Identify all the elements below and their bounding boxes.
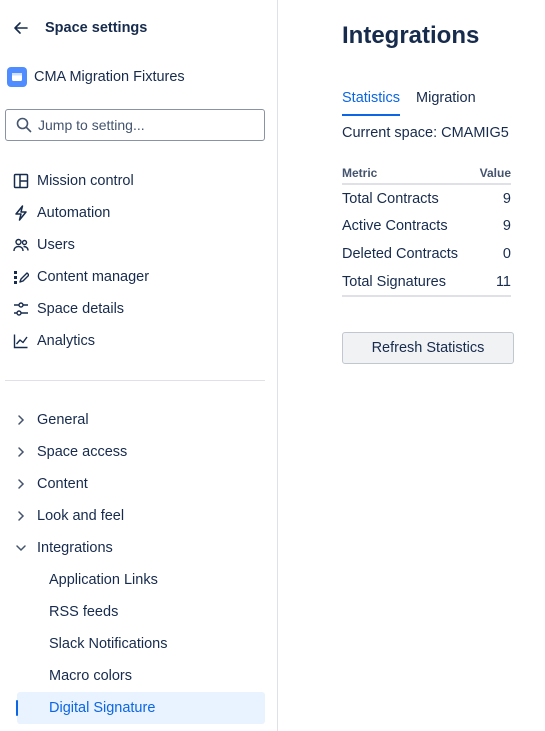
space-name: CMA Migration Fixtures — [34, 69, 185, 85]
current-space-text: Current space: CMAMIG5 — [342, 125, 509, 141]
page-title: Integrations — [342, 22, 480, 49]
sidebar-title: Space settings — [45, 20, 148, 36]
nav-item-mission-control[interactable]: Mission control — [12, 169, 134, 193]
sidebar-divider — [5, 380, 265, 381]
sidebar: Space settings CMA Migration Fixtures Mi… — [0, 0, 278, 731]
table-row: Active Contracts 9 — [342, 212, 511, 240]
tree-item-content[interactable]: Content — [12, 472, 88, 496]
metric-cell: Total Signatures — [342, 268, 476, 297]
space-switcher[interactable]: CMA Migration Fixtures — [7, 67, 185, 87]
tree-item-general[interactable]: General — [12, 408, 89, 432]
nav-item-label: Users — [37, 237, 75, 253]
people-icon — [12, 236, 30, 254]
value-cell: 9 — [502, 218, 511, 234]
setting-search[interactable] — [5, 109, 265, 141]
sub-item-slack-notifications[interactable]: Slack Notifications — [49, 632, 167, 656]
nav-item-label: Automation — [37, 205, 111, 221]
chevron-right-icon — [12, 475, 30, 493]
tab-list: Statistics Migration — [342, 90, 492, 116]
nav-item-automation[interactable]: Automation — [12, 201, 110, 225]
nav-item-users[interactable]: Users — [12, 233, 75, 257]
metric-cell: Deleted Contracts — [342, 246, 459, 262]
layout-icon — [12, 172, 30, 190]
selected-indicator — [16, 700, 18, 716]
sub-item-macro-colors[interactable]: Macro colors — [49, 664, 132, 688]
nav-item-label: Mission control — [37, 173, 134, 189]
chevron-right-icon — [12, 411, 30, 429]
tree-item-label: Content — [37, 476, 88, 492]
tab-migration[interactable]: Migration — [416, 90, 476, 116]
line-chart-icon — [12, 332, 30, 350]
metric-cell: Active Contracts — [342, 218, 448, 234]
table-row: Total Signatures 11 — [342, 268, 511, 297]
column-header-value: Value — [475, 162, 511, 185]
search-input[interactable] — [38, 117, 238, 133]
tab-statistics[interactable]: Statistics — [342, 90, 401, 116]
value-cell: 9 — [502, 190, 511, 207]
statistics-table: Metric Value Total Contracts 9 Active Co… — [342, 162, 511, 297]
tree-item-label: Integrations — [37, 540, 113, 556]
chevron-right-icon — [12, 507, 30, 525]
tree-item-space-access[interactable]: Space access — [12, 440, 127, 464]
tree-item-label: General — [37, 412, 89, 428]
tree-item-look-and-feel[interactable]: Look and feel — [12, 504, 124, 528]
column-header-metric: Metric — [342, 162, 476, 185]
nav-item-space-details[interactable]: Space details — [12, 297, 124, 321]
sub-item-rss-feeds[interactable]: RSS feeds — [49, 600, 118, 624]
tree-item-label: Space access — [37, 444, 128, 460]
chevron-right-icon — [12, 443, 30, 461]
table-row: Deleted Contracts 0 — [342, 240, 511, 268]
space-icon — [12, 73, 22, 81]
main-content: Integrations Statistics Migration Curren… — [279, 0, 545, 731]
value-cell: 0 — [502, 246, 511, 262]
search-icon — [16, 117, 32, 133]
chevron-down-icon — [12, 539, 30, 557]
nav-item-label: Analytics — [37, 333, 96, 349]
sub-item-label-selected: Digital Signature — [49, 700, 156, 716]
nav-item-label: Space details — [37, 301, 125, 317]
arrow-left-icon[interactable] — [12, 19, 30, 37]
space-avatar — [7, 67, 27, 87]
nav-item-label: Content manager — [37, 269, 150, 285]
table-row: Total Contracts 9 — [342, 184, 511, 212]
nav-item-content-manager[interactable]: Content manager — [12, 265, 149, 289]
sidebar-header: Space settings — [12, 16, 147, 40]
metric-cell: Total Contracts — [342, 190, 439, 207]
value-cell: 11 — [475, 268, 511, 297]
tree-item-integrations[interactable]: Integrations — [12, 536, 113, 560]
refresh-statistics-button[interactable]: Refresh Statistics — [342, 332, 514, 364]
tree-item-label: Look and feel — [37, 508, 125, 524]
sub-item-application-links[interactable]: Application Links — [49, 568, 158, 592]
lightning-icon — [12, 204, 30, 222]
content-manager-icon — [12, 268, 30, 286]
table-header-row: Metric Value — [342, 162, 511, 185]
nav-item-analytics[interactable]: Analytics — [12, 329, 95, 353]
sliders-icon — [12, 300, 30, 318]
